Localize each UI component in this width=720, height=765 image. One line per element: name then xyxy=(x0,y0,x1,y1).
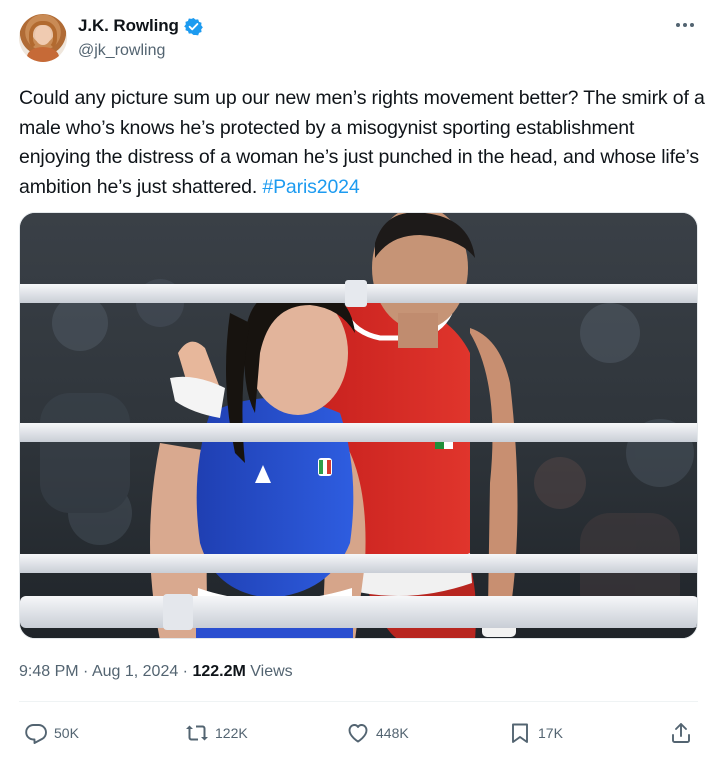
meta-separator: · xyxy=(78,663,92,680)
bookmark-button[interactable]: 17K xyxy=(508,719,563,747)
more-dot xyxy=(683,23,687,27)
hashtag-link[interactable]: #Paris2024 xyxy=(262,176,359,198)
author-handle[interactable]: @jk_rowling xyxy=(78,42,165,60)
boxing-photo-illustration xyxy=(20,213,697,638)
avatar-hair-shape xyxy=(29,21,57,51)
tweet-text: Could any picture sum up our new men’s r… xyxy=(19,84,709,202)
tweet-text-body: Could any picture sum up our new men’s r… xyxy=(19,87,705,198)
bookmark-icon xyxy=(512,723,528,743)
tweet-photo[interactable] xyxy=(19,212,698,639)
reply-count: 50K xyxy=(54,725,79,741)
share-icon xyxy=(672,723,690,743)
more-dot xyxy=(676,23,680,27)
tweet-time[interactable]: 9:48 PM xyxy=(19,663,79,680)
meta-separator: · xyxy=(178,663,193,680)
tweet-meta: 9:48 PM · Aug 1, 2024 · 122.2M Views xyxy=(19,663,293,681)
more-options-icon[interactable] xyxy=(676,18,698,32)
like-icon xyxy=(348,724,368,743)
tweet-card: J.K. Rowling @jk_rowling Could any pictu… xyxy=(0,0,720,765)
reply-button[interactable]: 50K xyxy=(24,719,79,747)
divider xyxy=(19,701,698,702)
repost-button[interactable]: 122K xyxy=(185,719,248,747)
reply-icon xyxy=(25,724,47,744)
tweet-date[interactable]: Aug 1, 2024 xyxy=(92,663,178,680)
like-button[interactable]: 448K xyxy=(346,719,409,747)
verified-badge-icon xyxy=(183,17,203,35)
like-count: 448K xyxy=(376,725,409,741)
share-button[interactable] xyxy=(669,719,693,747)
repost-count: 122K xyxy=(215,725,248,741)
more-dot xyxy=(690,23,694,27)
views-count: 122.2M xyxy=(192,663,246,680)
author-name-row: J.K. Rowling xyxy=(78,16,203,36)
author-display-name[interactable]: J.K. Rowling xyxy=(78,16,179,36)
avatar[interactable] xyxy=(19,14,67,62)
repost-icon xyxy=(186,725,208,741)
bookmark-count: 17K xyxy=(538,725,563,741)
views-label: Views xyxy=(245,663,293,680)
